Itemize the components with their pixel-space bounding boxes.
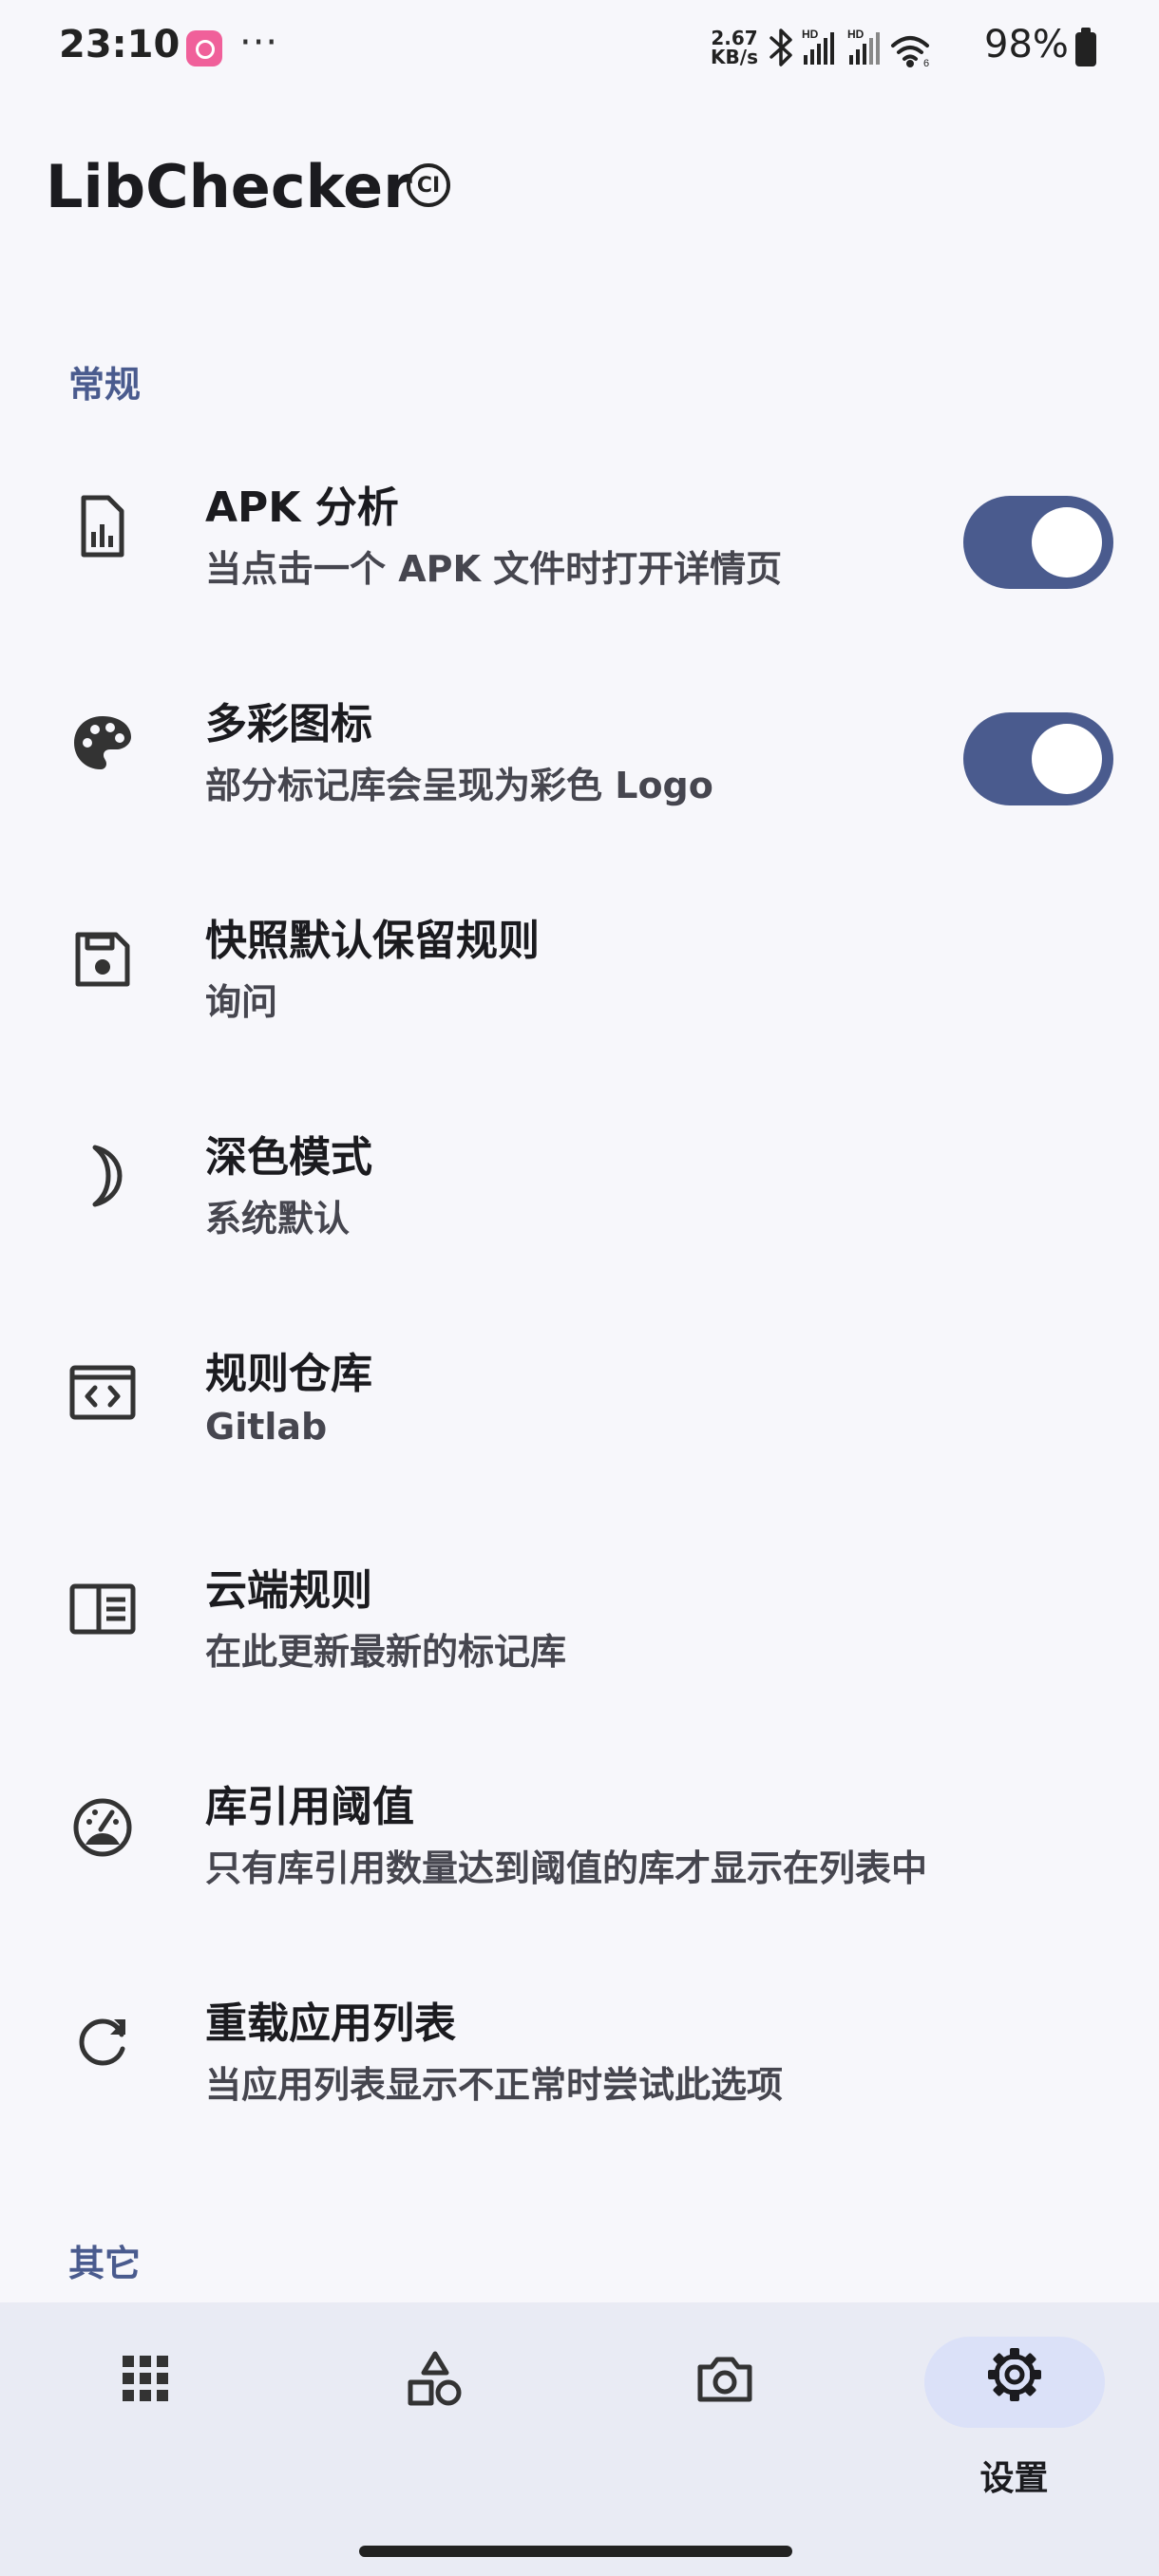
setting-subtitle: 系统默认 <box>205 1198 351 1240</box>
code-icon <box>66 1356 139 1429</box>
setting-title: 库引用阈值 <box>205 1783 414 1831</box>
svg-text:6: 6 <box>923 58 929 68</box>
battery-percentage: 98% <box>984 23 1069 66</box>
apk-analysis-icon <box>66 490 139 562</box>
nav-item-apps[interactable] <box>0 2302 290 2492</box>
setting-dark-mode[interactable]: 深色模式 系统默认 <box>0 1092 1159 1305</box>
setting-subtitle: Gitlab <box>205 1406 328 1448</box>
setting-colorful-icons[interactable]: 多彩图标 部分标记库会呈现为彩色 Logo <box>0 659 1159 872</box>
setting-title: 多彩图标 <box>205 700 372 748</box>
camera-icon <box>694 2348 755 2409</box>
setting-snapshot-retention[interactable]: 快照默认保留规则 询问 <box>0 876 1159 1089</box>
network-speed-unit: KB/s <box>711 46 758 68</box>
moon-icon <box>66 1140 139 1212</box>
save-icon <box>66 923 139 995</box>
setting-title: 重载应用列表 <box>205 1999 456 2048</box>
status-icons: HD HD 6 <box>770 28 929 68</box>
nav-item-statistics[interactable] <box>290 2302 580 2492</box>
toggle-knob <box>1032 507 1102 578</box>
reload-icon <box>66 2006 139 2078</box>
shapes-icon <box>405 2348 466 2409</box>
section-header-other: 其它 <box>68 2243 142 2284</box>
setting-subtitle: 在此更新最新的标记库 <box>205 1631 567 1673</box>
network-speed: 2.67 KB/s <box>707 28 762 66</box>
apps-grid-icon <box>115 2348 176 2409</box>
setting-subtitle: 部分标记库会呈现为彩色 Logo <box>205 765 713 806</box>
setting-subtitle: 只有库引用数量达到阈值的库才显示在列表中 <box>205 1847 928 1889</box>
notification-app-icon <box>186 30 222 66</box>
bluetooth-icon <box>770 28 792 66</box>
status-bar: 23:10 ··· 2.67 KB/s HD HD 6 98% <box>0 0 1159 99</box>
home-indicator[interactable] <box>359 2546 792 2557</box>
apk-analysis-toggle[interactable] <box>963 496 1113 589</box>
colorful-icons-toggle[interactable] <box>963 712 1113 805</box>
bottom-navigation: 设置 <box>0 2302 1159 2576</box>
nav-item-snapshot[interactable] <box>580 2302 869 2492</box>
setting-cloud-rules[interactable]: 云端规则 在此更新最新的标记库 <box>0 1525 1159 1738</box>
setting-subtitle: 当应用列表显示不正常时尝试此选项 <box>205 2064 784 2106</box>
page-title: LibChecker <box>46 152 412 221</box>
toggle-knob <box>1032 724 1102 794</box>
nav-label-settings: 设置 <box>979 2459 1049 2498</box>
status-time: 23:10 <box>59 23 180 66</box>
gear-icon <box>984 2344 1045 2405</box>
setting-title: 深色模式 <box>205 1133 372 1182</box>
svg-text:HD: HD <box>847 28 864 41</box>
battery-icon <box>1075 28 1096 66</box>
setting-rules-repository[interactable]: 规则仓库 Gitlab <box>0 1309 1159 1522</box>
palette-icon <box>66 707 139 779</box>
wifi-icon: 6 <box>891 36 929 68</box>
nav-item-settings[interactable]: 设置 <box>869 2302 1159 2498</box>
setting-subtitle: 当点击一个 APK 文件时打开详情页 <box>205 548 783 590</box>
setting-library-threshold[interactable]: 库引用阈值 只有库引用数量达到阈值的库才显示在列表中 <box>0 1742 1159 1955</box>
cloud-rules-icon <box>66 1573 139 1645</box>
signal-hd-icon: HD <box>802 28 834 65</box>
gauge-icon <box>66 1790 139 1862</box>
setting-title: 规则仓库 <box>205 1350 372 1398</box>
setting-title: 快照默认保留规则 <box>205 917 540 965</box>
ci-badge: CI <box>407 163 450 207</box>
signal-hd-icon: HD <box>847 28 880 65</box>
setting-title: APK 分析 <box>205 483 399 532</box>
section-header-general: 常规 <box>68 364 142 406</box>
setting-title: 云端规则 <box>205 1566 372 1615</box>
svg-text:HD: HD <box>802 28 819 41</box>
setting-subtitle: 询问 <box>205 981 278 1023</box>
network-speed-value: 2.67 <box>711 27 758 49</box>
setting-reload-app-list[interactable]: 重载应用列表 当应用列表显示不正常时尝试此选项 <box>0 1959 1159 2171</box>
more-notifications-icon: ··· <box>239 21 279 65</box>
setting-apk-analysis[interactable]: APK 分析 当点击一个 APK 文件时打开详情页 <box>0 443 1159 655</box>
